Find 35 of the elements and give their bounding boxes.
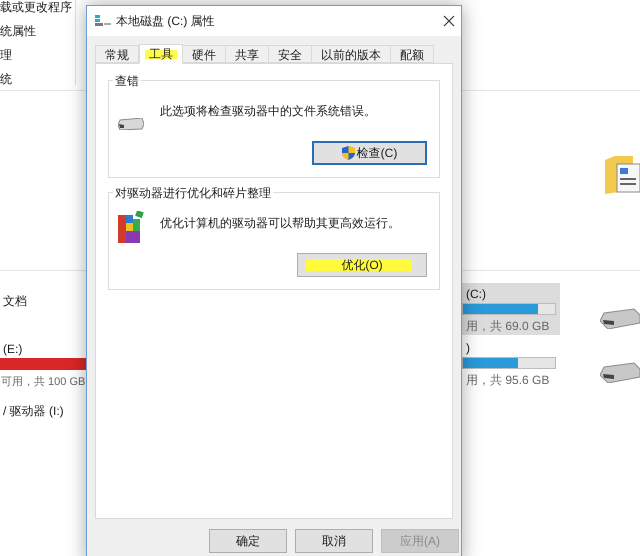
tab[interactable]: 共享 xyxy=(225,45,269,63)
drive-icon xyxy=(600,361,640,383)
menu-item[interactable]: 理 xyxy=(0,46,12,64)
drive-info: 用，共 95.6 GB xyxy=(466,372,550,389)
check-button[interactable]: 检查(C) xyxy=(312,141,427,165)
tab[interactable]: 常规 xyxy=(95,45,139,63)
blocks-icon xyxy=(118,211,144,243)
window-title: 本地磁盘 (C:) 属性 xyxy=(116,13,215,30)
dialog-button[interactable]: 取消 xyxy=(295,529,373,553)
drive-icon xyxy=(95,15,111,27)
drive-label: 文档 xyxy=(3,293,27,310)
drive-icon xyxy=(118,118,144,130)
menu-item[interactable]: 载或更改程序 xyxy=(0,0,72,16)
group-title: 对驱动器进行优化和碎片整理 xyxy=(113,184,273,202)
optimize-button[interactable]: 优化(O) xyxy=(297,253,427,277)
document-folder-icon xyxy=(605,156,640,194)
description-text: 此选项将检查驱动器中的文件系统错误。 xyxy=(160,103,376,120)
drive-label: (E:) xyxy=(3,341,22,358)
drive-info: 可用，共 100 GB xyxy=(1,375,86,390)
drive-label: ) xyxy=(466,340,470,357)
description-text: 优化计算机的驱动器可以帮助其更高效运行。 xyxy=(160,215,400,232)
menu-item[interactable]: 统 xyxy=(0,70,12,88)
drive-icon xyxy=(600,307,640,329)
drive-info: 用，共 69.0 GB xyxy=(466,318,550,335)
dialog-button[interactable]: 确定 xyxy=(209,529,287,553)
tab[interactable]: 配额 xyxy=(390,45,434,63)
tab[interactable]: 硬件 xyxy=(182,45,226,63)
shield-icon xyxy=(342,146,355,160)
tab[interactable]: 工具 xyxy=(139,44,183,64)
drive-label: / 驱动器 (I:) xyxy=(3,403,64,420)
drive-label: (C:) xyxy=(466,286,486,303)
tab[interactable]: 以前的版本 xyxy=(311,45,391,63)
menu-item[interactable]: 统属性 xyxy=(0,22,36,40)
close-icon[interactable] xyxy=(443,15,455,27)
tab[interactable]: 安全 xyxy=(268,45,312,63)
